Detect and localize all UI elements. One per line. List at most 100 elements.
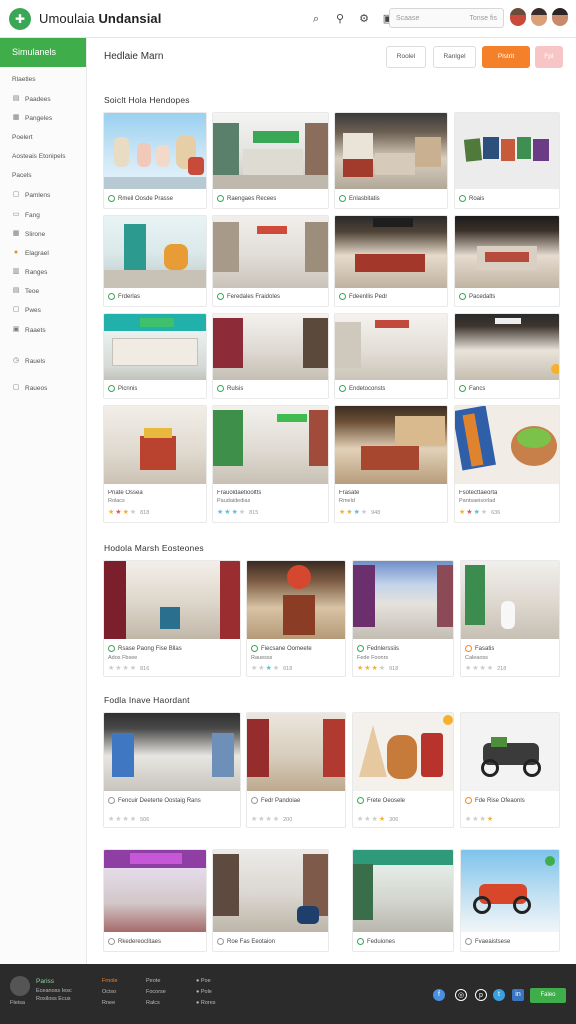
sidebar-item[interactable]: Pacels	[12, 172, 32, 179]
primary-button[interactable]: Plstrit	[482, 46, 530, 68]
store-card[interactable]: Rulsis	[212, 313, 329, 399]
filter-button[interactable]: Roolel	[386, 46, 426, 68]
sidebar-item[interactable]: ▭ Fang	[12, 211, 40, 219]
store-card[interactable]: Frete Oeosele ★★★★ 306	[352, 712, 454, 828]
sidebar-item[interactable]: Aosteais Etonipels	[12, 153, 65, 160]
sidebar-item[interactable]: ▣ Raaets	[12, 326, 46, 334]
footer-link[interactable]: Peote	[146, 978, 160, 984]
store-card[interactable]: Rsase Paong Fise Bllas Ados Fbsee ★★★★ 81…	[103, 560, 241, 677]
store-card[interactable]: Fsotecttaeorta Pantsaeisorlad ★★★★ 636	[454, 405, 560, 523]
search-input[interactable]: Scaase Tonse fis	[389, 8, 504, 28]
store-card[interactable]: Fedr Pandoiae ★★★★ 200	[246, 712, 346, 828]
footer-link[interactable]: Ociso	[102, 989, 116, 995]
card-caption: Feduiones	[357, 938, 395, 945]
footer-link[interactable]: Frnole	[102, 978, 118, 984]
avatar[interactable]	[531, 8, 547, 26]
store-card[interactable]: Fdeenllis Pedr	[334, 215, 448, 307]
footer-link[interactable]: Ralcs	[146, 1000, 160, 1006]
store-card[interactable]: Fvaeaistsese	[460, 849, 560, 952]
card-subtitle: Caleaoss	[465, 655, 488, 661]
search-hint: Tonse fis	[469, 14, 497, 22]
sidebar-item-label: Raueos	[25, 384, 48, 392]
sort-button[interactable]: Ranlgel	[433, 46, 476, 68]
footer-link[interactable]: ● Poe	[196, 978, 211, 984]
footer-link[interactable]: ● Rores	[196, 1000, 216, 1006]
store-card[interactable]: Roais	[454, 112, 560, 209]
sidebar-heading[interactable]: Simulanels	[0, 38, 86, 67]
store-card[interactable]: Fednlerssiis Fede Foonrs ★★★★ 918	[352, 560, 454, 677]
search-icon[interactable]: ⌕	[308, 11, 324, 27]
store-card[interactable]: Frasate Rmeld ★★★★ 948	[334, 405, 448, 523]
sidebar-item[interactable]: ▦ Pangeles	[12, 114, 52, 122]
store-card[interactable]: Fancs	[454, 313, 560, 399]
card-caption: Fiecsane Oomeete	[251, 645, 312, 652]
footer: Pariss Eceanoss Iesc Rosiloss Ecus Fteis…	[0, 964, 576, 1024]
sidebar-item-label: Teoe	[25, 287, 40, 295]
store-card[interactable]: Picnnis	[103, 313, 207, 399]
sidebar-item[interactable]: ● Elagrael	[12, 249, 49, 257]
store-card[interactable]: Fiecsane Oomeete Rauesss ★★★★ 618	[246, 560, 346, 677]
sidebar-item[interactable]: ◷ Rauels	[12, 357, 45, 365]
status-dot-icon	[108, 645, 115, 652]
store-card[interactable]: Enlasbitatis	[334, 112, 448, 209]
pinterest-icon[interactable]: p	[475, 989, 487, 1001]
sidebar-item-label: Poelert	[12, 134, 33, 141]
card-image	[353, 561, 453, 639]
store-card[interactable]: Raengaes Recees	[212, 112, 329, 209]
rating-stars: ★★★★ 815	[217, 509, 259, 516]
star-icon: ●	[13, 249, 19, 256]
sidebar-item[interactable]: ▢ Pwes	[12, 306, 41, 314]
footer-cta-button[interactable]: Faleo	[530, 988, 566, 1003]
store-card[interactable]: Roe Fas Eeotaion	[212, 849, 329, 952]
store-card[interactable]: Priate Ossea Rolacs ★★★★ 818	[103, 405, 207, 523]
status-dot-icon	[357, 645, 364, 652]
status-dot-icon	[357, 797, 364, 804]
sidebar-item-label: Raaets	[25, 326, 46, 334]
sidebar-item[interactable]: ▥ Ranges	[12, 268, 48, 276]
card-caption: Frete Oeosele	[357, 797, 405, 804]
card-subtitle: Rolacs	[108, 498, 125, 504]
footer-link[interactable]: Focorse	[146, 989, 166, 995]
store-card[interactable]: Frderlas	[103, 215, 207, 307]
card-caption: Frasate	[339, 490, 360, 496]
store-card[interactable]: Fencuir Deeterte Oostaig Rans ★★★★ 506	[103, 712, 241, 828]
sidebar-item[interactable]: Rlaetles	[12, 76, 35, 83]
store-card[interactable]: Endetoconsts	[334, 313, 448, 399]
card-caption: Priate Ossea	[108, 490, 143, 496]
sidebar-item[interactable]: Poelert	[12, 134, 33, 141]
card-caption: Frderlas	[108, 293, 140, 300]
search-alt-icon[interactable]: ⚲	[332, 11, 348, 27]
avatar[interactable]	[552, 8, 568, 26]
store-card[interactable]: Rkedereoclitaes	[103, 849, 207, 952]
list-icon: ▤	[12, 95, 20, 102]
avatar[interactable]	[510, 8, 526, 26]
footer-link[interactable]: Rnee	[102, 1000, 115, 1006]
card-image	[104, 850, 206, 932]
settings-icon[interactable]: ⚙	[356, 11, 372, 27]
sidebar-item[interactable]: ▤ Paadees	[12, 95, 51, 103]
status-dot-icon	[465, 797, 472, 804]
extra-button[interactable]: Fpt	[535, 46, 563, 68]
sidebar-item[interactable]: ▢ Raueos	[12, 384, 48, 392]
folder-icon: ▢	[12, 191, 20, 198]
twitter-icon[interactable]: t	[493, 989, 505, 1001]
sidebar-item[interactable]: ▤ Teoe	[12, 287, 39, 295]
store-card[interactable]: Fasatis Caleaoss ★★★★ 218	[460, 560, 560, 677]
footer-link[interactable]: ● Pole	[196, 989, 212, 995]
linkedin-icon[interactable]: in	[512, 989, 524, 1001]
store-card[interactable]: Fde Rise Ofeaonls ★★★★	[460, 712, 560, 828]
card-image	[335, 113, 447, 189]
sidebar-item-label: Pacels	[12, 172, 32, 179]
sidebar-item[interactable]: ▦ Slirone	[12, 230, 46, 238]
instagram-icon[interactable]: ◎	[455, 989, 467, 1001]
facebook-icon[interactable]: f	[433, 989, 445, 1001]
store-card[interactable]: Frauoldaetiooltts Paudaidedias ★★★★ 815	[212, 405, 329, 523]
store-card[interactable]: Pacedalts	[454, 215, 560, 307]
card-image	[455, 216, 559, 288]
app-logo-icon[interactable]: ✚	[9, 7, 31, 30]
footer-logo-icon	[10, 976, 30, 996]
store-card[interactable]: Feduiones	[352, 849, 454, 952]
sidebar-item[interactable]: ▢ Pamlens	[12, 191, 51, 199]
store-card[interactable]: Feredales Fraidoles	[212, 215, 329, 307]
store-card[interactable]: Rmeil Oosde Prasse	[103, 112, 207, 209]
